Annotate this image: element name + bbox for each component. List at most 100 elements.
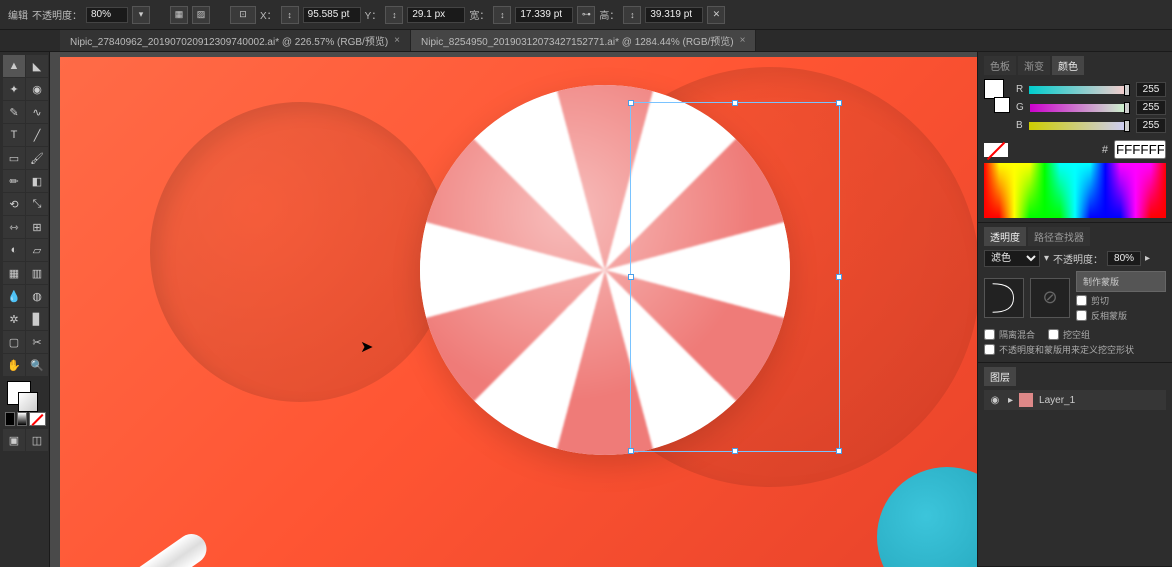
close-icon[interactable]: × bbox=[394, 35, 400, 46]
gradient-tab[interactable]: 渐变 bbox=[1018, 56, 1050, 75]
type-tool[interactable]: T bbox=[3, 124, 25, 146]
opacity-input[interactable] bbox=[86, 7, 128, 23]
color-tab[interactable]: 颜色 bbox=[1052, 56, 1084, 75]
gradient-mode-icon[interactable] bbox=[17, 412, 27, 426]
layers-tab[interactable]: 图层 bbox=[984, 367, 1016, 386]
y-link-icon[interactable]: ↕ bbox=[385, 6, 403, 24]
pencil-tool[interactable]: ✏ bbox=[3, 170, 25, 192]
graph-tool[interactable]: ▊ bbox=[26, 308, 48, 330]
g-input[interactable] bbox=[1136, 100, 1166, 115]
width-tool[interactable]: ⇿ bbox=[3, 216, 25, 238]
opacity-mask-define-checkbox[interactable] bbox=[984, 344, 995, 355]
w-link-icon[interactable]: ↕ bbox=[493, 6, 511, 24]
blend-tool[interactable]: ◍ bbox=[26, 285, 48, 307]
mesh-tool[interactable]: ▦ bbox=[3, 262, 25, 284]
perspective-tool[interactable]: ▱ bbox=[26, 239, 48, 261]
panel-fill-stroke-swatch[interactable] bbox=[984, 79, 1010, 119]
selection-tool[interactable]: ▲ bbox=[3, 55, 25, 77]
handle-tr[interactable] bbox=[836, 100, 842, 106]
free-transform-tool[interactable]: ⊞ bbox=[26, 216, 48, 238]
selection-bounding-box[interactable] bbox=[630, 102, 840, 452]
pen-tool[interactable]: ✎ bbox=[3, 101, 25, 123]
zoom-tool[interactable]: 🔍 bbox=[26, 354, 48, 376]
handle-ml[interactable] bbox=[628, 274, 634, 280]
curvature-tool[interactable]: ∿ bbox=[26, 101, 48, 123]
draw-mode-tool[interactable]: ◫ bbox=[26, 429, 48, 451]
color-spectrum[interactable] bbox=[984, 163, 1166, 218]
canvas-area[interactable]: ➤ bbox=[50, 52, 977, 567]
rotate-tool[interactable]: ⟲ bbox=[3, 193, 25, 215]
knockout-checkbox[interactable] bbox=[1048, 329, 1059, 340]
handle-bm[interactable] bbox=[732, 448, 738, 454]
visibility-icon[interactable]: ◉ bbox=[988, 395, 1002, 406]
document-tab-1[interactable]: Nipic_27840962_201907020912309740002.ai*… bbox=[60, 30, 411, 51]
layer-thumbnail[interactable] bbox=[1019, 393, 1033, 407]
w-input[interactable] bbox=[515, 7, 573, 23]
panel-opacity-input[interactable] bbox=[1107, 251, 1141, 266]
handle-mr[interactable] bbox=[836, 274, 842, 280]
slice-tool[interactable]: ✂ bbox=[26, 331, 48, 353]
handle-tm[interactable] bbox=[732, 100, 738, 106]
constrain-icon[interactable]: ✕ bbox=[707, 6, 725, 24]
tools-panel: ▲ ◣ ✦ ◉ ✎ ∿ T ╱ ▭ 🖌 ✏ ◧ ⟲ ⤡ ⇿ ⊞ ◐ ▱ ▦ ▥ … bbox=[0, 52, 50, 567]
mask-thumbnail[interactable]: ⊘ bbox=[1030, 278, 1070, 318]
artboard[interactable]: ➤ bbox=[60, 57, 977, 567]
transform-icon[interactable]: ⊡ bbox=[230, 6, 256, 24]
y-input[interactable] bbox=[407, 7, 465, 23]
handle-bl[interactable] bbox=[628, 448, 634, 454]
close-icon[interactable]: × bbox=[740, 35, 746, 46]
object-thumbnail[interactable] bbox=[984, 278, 1024, 318]
swatches-tab[interactable]: 色板 bbox=[984, 56, 1016, 75]
line-tool[interactable]: ╱ bbox=[26, 124, 48, 146]
document-tab-2[interactable]: Nipic_8254950_20190312073427152771.ai* @… bbox=[411, 30, 756, 51]
x-input[interactable] bbox=[303, 7, 361, 23]
gradient-tool[interactable]: ▥ bbox=[26, 262, 48, 284]
r-input[interactable] bbox=[1136, 82, 1166, 97]
fill-stroke-swatch[interactable] bbox=[3, 377, 48, 409]
r-slider[interactable] bbox=[1029, 86, 1130, 94]
blend-mode-select[interactable]: 滤色 bbox=[984, 250, 1040, 267]
b-input[interactable] bbox=[1136, 118, 1166, 133]
opacity-dropdown-icon[interactable]: ▾ bbox=[132, 6, 150, 24]
hex-input[interactable] bbox=[1114, 140, 1166, 159]
symbol-spray-tool[interactable]: ✲ bbox=[3, 308, 25, 330]
link-wh-icon[interactable]: ⊶ bbox=[577, 6, 595, 24]
pathfinder-tab[interactable]: 路径查找器 bbox=[1028, 227, 1090, 246]
shape-builder-tool[interactable]: ◐ bbox=[3, 239, 25, 261]
clip-checkbox[interactable] bbox=[1076, 295, 1087, 306]
handle-tl[interactable] bbox=[628, 100, 634, 106]
artboard-tool[interactable]: ▢ bbox=[3, 331, 25, 353]
layer-row[interactable]: ◉ ▸ Layer_1 bbox=[984, 390, 1166, 410]
h-input[interactable] bbox=[645, 7, 703, 23]
invert-checkbox[interactable] bbox=[1076, 310, 1087, 321]
eraser-tool[interactable]: ◧ bbox=[26, 170, 48, 192]
color-panel: 色板 渐变 颜色 R G B # bbox=[978, 52, 1172, 223]
transparency-tab[interactable]: 透明度 bbox=[984, 227, 1026, 246]
none-swatch-icon[interactable] bbox=[984, 143, 1008, 157]
rectangle-tool[interactable]: ▭ bbox=[3, 147, 25, 169]
magic-wand-tool[interactable]: ✦ bbox=[3, 78, 25, 100]
expand-icon[interactable]: ▸ bbox=[1008, 395, 1013, 406]
color-mode-icon[interactable] bbox=[5, 412, 15, 426]
x-link-icon[interactable]: ↕ bbox=[281, 6, 299, 24]
h-link-icon[interactable]: ↕ bbox=[623, 6, 641, 24]
x-label: X： bbox=[260, 7, 277, 22]
edit-label[interactable]: 编辑 bbox=[8, 7, 28, 22]
screen-mode-tool[interactable]: ▣ bbox=[3, 429, 25, 451]
make-mask-button[interactable]: 制作蒙版 bbox=[1076, 271, 1166, 292]
hand-tool[interactable]: ✋ bbox=[3, 354, 25, 376]
b-slider[interactable] bbox=[1029, 122, 1130, 130]
direct-select-tool[interactable]: ◣ bbox=[26, 55, 48, 77]
align2-icon[interactable]: ▨ bbox=[192, 6, 210, 24]
g-slider[interactable] bbox=[1030, 104, 1130, 112]
isolate-checkbox[interactable] bbox=[984, 329, 995, 340]
lasso-tool[interactable]: ◉ bbox=[26, 78, 48, 100]
align-icon[interactable]: ▦ bbox=[170, 6, 188, 24]
eyedropper-tool[interactable]: 💧 bbox=[3, 285, 25, 307]
none-mode-icon[interactable] bbox=[29, 412, 46, 426]
tab-label: Nipic_27840962_201907020912309740002.ai*… bbox=[70, 33, 388, 48]
handle-br[interactable] bbox=[836, 448, 842, 454]
layer-name[interactable]: Layer_1 bbox=[1039, 395, 1075, 406]
brush-tool[interactable]: 🖌 bbox=[26, 147, 48, 169]
scale-tool[interactable]: ⤡ bbox=[26, 193, 48, 215]
